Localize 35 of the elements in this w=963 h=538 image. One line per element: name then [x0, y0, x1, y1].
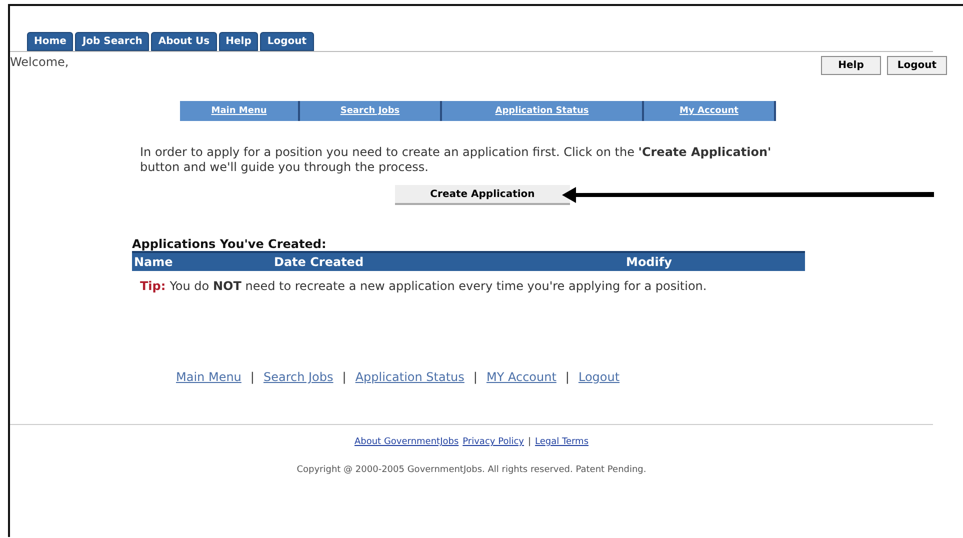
copyright-text: Copyright @ 2000-2005 GovernmentJobs. All rights reserved. Patent Pending.: [296, 465, 648, 475]
separator: |: [473, 370, 478, 384]
footer-link[interactable]: Legal Terms: [535, 437, 589, 447]
footer-link[interactable]: Privacy Policy: [462, 437, 524, 447]
arrow-icon: [562, 187, 934, 203]
separator: |: [528, 437, 532, 447]
create-application-button[interactable]: Create Application: [395, 185, 570, 205]
footer-link[interactable]: Logout: [578, 370, 620, 384]
nav-tab[interactable]: About Us: [151, 32, 217, 51]
nav-tab[interactable]: Home: [27, 32, 74, 51]
separator: |: [565, 370, 570, 384]
tip-text: You do NOT need to recreate a new application every time you're applying for a position.: [170, 279, 707, 294]
column-header: Name: [133, 254, 174, 271]
menu-link[interactable]: My Account: [644, 101, 776, 121]
nav-tab[interactable]: Help: [218, 32, 258, 51]
nav-tab[interactable]: Logout: [260, 32, 314, 51]
footer-link[interactable]: About GovernmentJobs: [354, 437, 459, 447]
footer-link[interactable]: Search Jobs: [263, 370, 334, 384]
menu-link[interactable]: Main Menu: [180, 101, 300, 121]
column-header: Date Created: [273, 254, 365, 271]
footer-link[interactable]: Application Status: [355, 370, 464, 384]
separator: |: [250, 370, 254, 384]
section-heading: Applications You've Created:: [132, 237, 328, 251]
logout-button[interactable]: Logout: [887, 56, 947, 75]
intro-text: In order to apply for a position you need to create an application first. Click on the 'Create Application' button and we'll guide you through the process.: [140, 145, 772, 175]
footer-link[interactable]: MY Account: [486, 370, 556, 384]
menu-link[interactable]: Application Status: [442, 101, 644, 121]
nav-tab[interactable]: Job Search: [75, 32, 150, 51]
footer-link[interactable]: Main Menu: [176, 370, 242, 384]
tip-label: Tip:: [140, 279, 166, 294]
menu-link[interactable]: Search Jobs: [300, 101, 442, 121]
separator: |: [342, 370, 346, 384]
help-button[interactable]: Help: [821, 56, 881, 75]
welcome-text: Welcome,: [10, 54, 69, 69]
column-header: Modify: [625, 254, 673, 271]
